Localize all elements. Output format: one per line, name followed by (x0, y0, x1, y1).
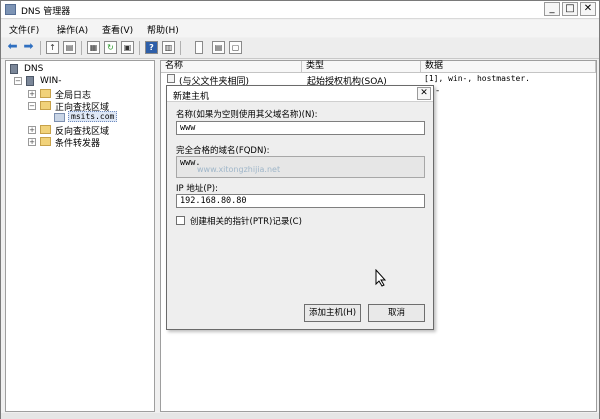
dialog-title-bar: 新建主机 ✕ (167, 86, 433, 102)
folder-icon (40, 137, 51, 146)
column-header-data[interactable]: 数据 (421, 61, 596, 73)
collapse-toggle[interactable]: − (14, 77, 22, 85)
folder-icon (40, 125, 51, 134)
zone-icon (54, 113, 65, 122)
expand-toggle[interactable]: + (28, 138, 36, 146)
menu-action[interactable]: 操作(A) (57, 23, 88, 36)
ip-address-field[interactable]: 192.168.80.80 (176, 194, 425, 208)
new-record-icon[interactable]: ▢ (229, 41, 242, 54)
new-host-dialog: 新建主机 ✕ 名称(如果为空则使用其父域名称)(N): www 完全合格的域名(… (166, 85, 434, 330)
toolbar: ⬅ ➡ ↑ ▤ ▦ ↻ ▣ ? ▥ ▤ ▢ (1, 38, 599, 59)
mouse-cursor-icon (375, 269, 387, 287)
folder-icon (40, 89, 51, 98)
ptr-checkbox-label[interactable]: 创建相关的指针(PTR)记录(C) (190, 215, 302, 227)
dialog-title: 新建主机 (173, 92, 210, 102)
panel-icon[interactable]: ▥ (162, 41, 175, 54)
tree-item-label: 条件转发器 (55, 139, 101, 149)
table-cell[interactable]: [1], win-, hostmaster. (424, 74, 530, 83)
refresh-icon[interactable]: ↻ (104, 41, 117, 54)
name-field[interactable]: www (176, 121, 425, 135)
minimize-button[interactable]: _ (544, 2, 560, 16)
tree-item-label: WIN- (40, 76, 62, 86)
menu-bar: 文件(F) 操作(A) 查看(V) 帮助(H) (1, 20, 599, 37)
details-view-icon[interactable]: ▤ (212, 41, 225, 54)
column-header-type[interactable]: 类型 (302, 61, 421, 73)
maximize-button[interactable]: □ (562, 2, 578, 16)
ptr-checkbox[interactable] (176, 216, 185, 225)
toolbar-divider (81, 41, 82, 55)
server-icon (26, 76, 34, 86)
menu-help[interactable]: 帮助(H) (147, 23, 179, 36)
column-header-name[interactable]: 名称 (161, 61, 302, 73)
cancel-button[interactable]: 取消 (368, 304, 425, 322)
menu-view[interactable]: 查看(V) (102, 23, 133, 36)
fqdn-label: 完全合格的域名(FQDN): (176, 146, 270, 156)
up-folder-icon[interactable]: ↑ (46, 41, 59, 54)
toolbar-divider (180, 41, 181, 55)
title-bar: DNS 管理器 _ □ ✕ (1, 1, 599, 19)
add-host-button[interactable]: 添加主机(H) (304, 304, 361, 322)
dns-app-icon (5, 4, 16, 15)
tree-item-label: msits.com (68, 111, 118, 122)
properties-icon[interactable]: ▦ (87, 41, 100, 54)
collapse-toggle[interactable]: − (28, 102, 36, 110)
dialog-close-button[interactable]: ✕ (417, 87, 431, 100)
menu-file[interactable]: 文件(F) (9, 23, 39, 36)
close-button[interactable]: ✕ (580, 2, 596, 16)
toolbar-divider (139, 41, 140, 55)
back-arrow-icon[interactable]: ⬅ (6, 40, 19, 54)
expand-toggle[interactable]: + (28, 90, 36, 98)
export-list-icon[interactable]: ▣ (121, 41, 134, 54)
dns-manager-window: DNS 管理器 _ □ ✕ 文件(F) 操作(A) 查看(V) 帮助(H) ⬅ … (0, 0, 600, 419)
name-label: 名称(如果为空则使用其父域名称)(N): (176, 110, 318, 120)
help-icon[interactable]: ? (145, 41, 158, 54)
forward-arrow-icon[interactable]: ➡ (22, 40, 35, 54)
table-cell[interactable]: - (436, 86, 439, 96)
list-view-icon[interactable] (195, 41, 203, 54)
show-hide-tree-icon[interactable]: ▤ (63, 41, 76, 54)
watermark-text: www.xitongzhijia.net (197, 165, 281, 174)
dns-server-icon (10, 64, 18, 74)
status-bar (1, 413, 599, 419)
toolbar-divider (40, 41, 41, 55)
console-tree: DNS − WIN- + 全局日志 − 正向查找区域 msits.com + 反… (5, 60, 155, 412)
tree-item-label: DNS (24, 64, 44, 74)
folder-icon (40, 101, 51, 110)
window-title: DNS 管理器 (21, 7, 71, 17)
ip-address-label: IP 地址(P): (176, 184, 218, 194)
expand-toggle[interactable]: + (28, 126, 36, 134)
